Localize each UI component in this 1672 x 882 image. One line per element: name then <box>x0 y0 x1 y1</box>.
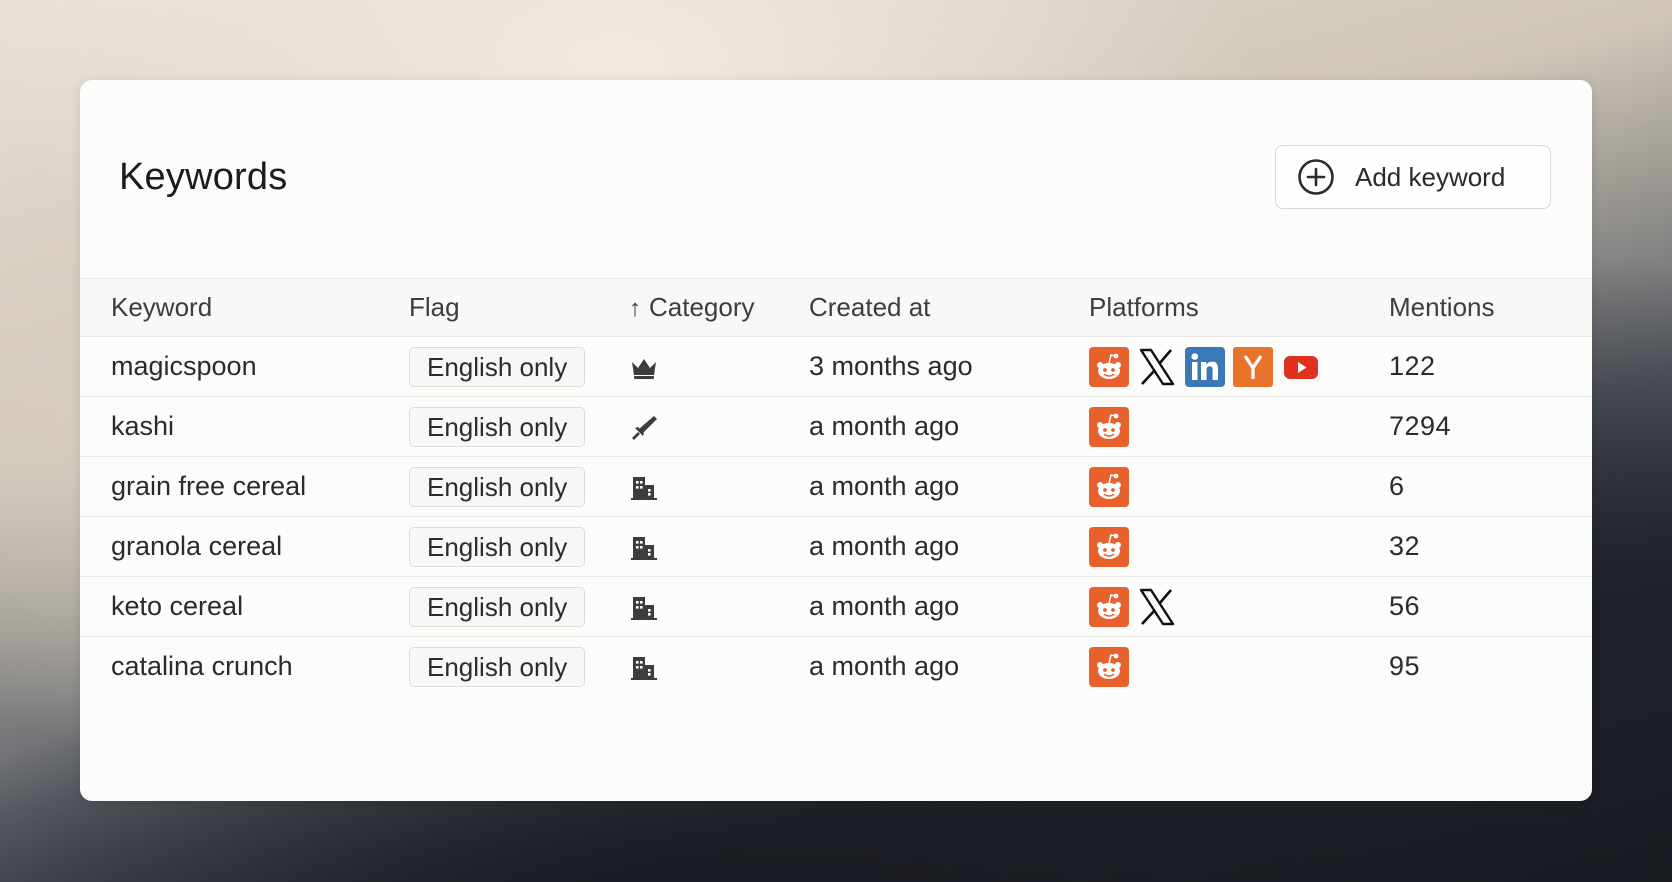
mentions-cell: 6 <box>1389 471 1405 501</box>
flag-cell: English only <box>409 637 629 697</box>
keyword-cell: magicspoon <box>111 351 257 381</box>
mentions-cell: 122 <box>1389 351 1436 381</box>
flag-cell: English only <box>409 397 629 457</box>
column-header-category[interactable]: ↑ Category <box>629 279 809 337</box>
table-row[interactable]: keto cereal English only a month ago 56 <box>80 577 1592 637</box>
flag-badge[interactable]: English only <box>409 346 586 387</box>
flag-cell: English only <box>409 337 629 397</box>
mentions-cell: 7294 <box>1389 411 1452 441</box>
keyword-cell: kashi <box>111 411 175 441</box>
category-cell <box>629 637 809 697</box>
keyword-cell: grain free cereal <box>111 471 307 501</box>
plus-circle-icon <box>1298 159 1334 195</box>
table-row[interactable]: magicspoon English only 3 months ago 122 <box>80 337 1592 397</box>
flag-cell: English only <box>409 517 629 577</box>
crown-icon <box>632 358 656 379</box>
category-cell <box>629 457 809 517</box>
keywords-table: Keyword Flag ↑ Category Created at Platfo… <box>80 278 1592 697</box>
x-icon[interactable] <box>1137 347 1177 387</box>
mentions-cell: 32 <box>1389 531 1421 561</box>
keyword-cell: catalina crunch <box>111 651 293 682</box>
table-row[interactable]: kashi English only a month ago 7294 <box>80 397 1592 457</box>
flag-badge[interactable]: English only <box>409 526 586 567</box>
flag-badge[interactable]: English only <box>409 406 586 447</box>
created-at-cell: 3 months ago <box>809 351 973 381</box>
linkedin-icon[interactable] <box>1185 346 1225 387</box>
platforms-cell <box>1089 337 1389 397</box>
column-header-keyword[interactable]: Keyword <box>80 279 409 337</box>
add-keyword-button[interactable]: Add keyword <box>1275 145 1551 209</box>
created-at-cell: a month ago <box>809 531 960 561</box>
flag-cell: English only <box>409 457 629 517</box>
building-icon <box>631 657 657 681</box>
x-icon[interactable] <box>1137 587 1177 627</box>
page-title: Keywords <box>119 156 288 198</box>
keyword-cell: granola cereal <box>111 531 283 561</box>
created-at-cell: a month ago <box>809 471 960 501</box>
table-header-row: Keyword Flag ↑ Category Created at Platfo… <box>80 278 1592 337</box>
keyword-cell: keto cereal <box>111 591 244 621</box>
hackernews-icon[interactable] <box>1233 346 1273 387</box>
column-header-platforms[interactable]: Platforms <box>1089 279 1389 337</box>
keywords-card: Keywords Add keyword Keyword Flag ↑ Categ… <box>80 80 1592 801</box>
flag-badge[interactable]: English only <box>409 646 586 687</box>
category-cell <box>629 397 809 457</box>
column-header-category-label: Category <box>649 292 755 322</box>
reddit-icon[interactable] <box>1089 586 1129 627</box>
reddit-icon[interactable] <box>1089 346 1129 387</box>
platforms-cell <box>1089 457 1389 517</box>
category-cell <box>629 337 809 397</box>
youtube-icon[interactable] <box>1281 347 1321 387</box>
platforms-cell <box>1089 517 1389 577</box>
reddit-icon[interactable] <box>1089 646 1129 687</box>
reddit-icon[interactable] <box>1089 466 1129 507</box>
flag-cell: English only <box>409 577 629 637</box>
table-row[interactable]: grain free cereal English only a month a… <box>80 457 1592 517</box>
platforms-cell <box>1089 397 1389 457</box>
created-at-cell: a month ago <box>809 411 960 441</box>
reddit-icon[interactable] <box>1089 406 1129 447</box>
mentions-cell: 56 <box>1389 591 1421 621</box>
platforms-cell <box>1089 637 1389 697</box>
category-cell <box>629 517 809 577</box>
sort-ascending-icon: ↑ <box>629 295 641 322</box>
reddit-icon[interactable] <box>1089 526 1129 567</box>
table-row[interactable]: catalina crunch English only a month ago… <box>80 637 1592 697</box>
building-icon <box>631 476 657 500</box>
building-icon <box>631 536 657 560</box>
created-at-cell: a month ago <box>809 591 960 621</box>
created-at-cell: a month ago <box>809 651 960 682</box>
category-cell <box>629 577 809 637</box>
card-header: Keywords Add keyword <box>80 80 1592 278</box>
building-icon <box>631 596 657 620</box>
platforms-cell <box>1089 577 1389 637</box>
table-row[interactable]: granola cereal English only a month ago … <box>80 517 1592 577</box>
sword-icon <box>632 415 657 440</box>
column-header-flag[interactable]: Flag <box>409 279 629 337</box>
mentions-cell: 95 <box>1389 651 1421 682</box>
add-keyword-label: Add keyword <box>1355 161 1506 192</box>
flag-badge[interactable]: English only <box>409 586 586 627</box>
column-header-created-at[interactable]: Created at <box>809 279 1089 337</box>
flag-badge[interactable]: English only <box>409 466 586 507</box>
column-header-mentions[interactable]: Mentions <box>1389 279 1592 337</box>
